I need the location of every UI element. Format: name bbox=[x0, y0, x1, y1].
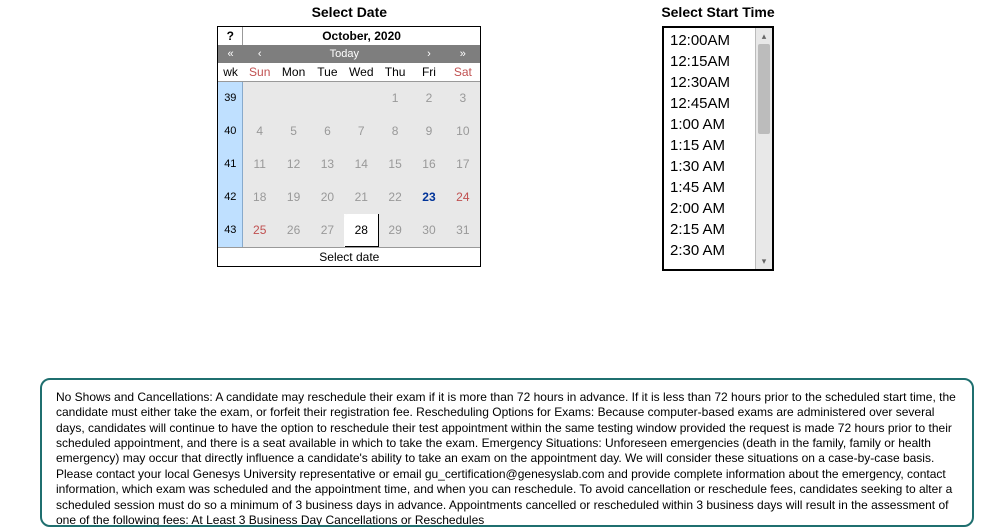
calendar-day[interactable]: 2 bbox=[412, 82, 446, 115]
calendar-day[interactable]: 4 bbox=[243, 115, 277, 148]
calendar-day[interactable]: 31 bbox=[446, 214, 480, 247]
calendar-month-year: October, 2020 bbox=[243, 27, 480, 45]
calendar-next-month[interactable]: › bbox=[412, 45, 446, 63]
calendar-week-number: 40 bbox=[218, 115, 243, 148]
calendar-day-headers: wk Sun Mon Tue Wed Thu Fri Sat bbox=[218, 63, 480, 82]
calendar-week-number: 39 bbox=[218, 82, 243, 115]
calendar-day[interactable]: 28 bbox=[344, 214, 378, 247]
calendar-day[interactable]: 25 bbox=[243, 214, 277, 247]
scroll-up-icon[interactable]: ▴ bbox=[756, 28, 772, 44]
calendar-day[interactable]: 5 bbox=[277, 115, 311, 148]
time-option[interactable]: 12:00AM bbox=[670, 30, 755, 51]
calendar-day[interactable]: 1 bbox=[378, 82, 412, 115]
calendar-week-number: 43 bbox=[218, 214, 243, 247]
time-option[interactable]: 2:15 AM bbox=[670, 219, 755, 240]
calendar-day[interactable]: 17 bbox=[446, 148, 480, 181]
time-option[interactable]: 12:45AM bbox=[670, 93, 755, 114]
calendar-day[interactable]: 8 bbox=[378, 115, 412, 148]
policy-text: No Shows and Cancellations: A candidate … bbox=[56, 390, 956, 527]
calendar-day[interactable]: 22 bbox=[378, 181, 412, 214]
policy-panel: No Shows and Cancellations: A candidate … bbox=[40, 378, 974, 527]
time-listbox: 12:00AM12:15AM12:30AM12:45AM1:00 AM1:15 … bbox=[662, 26, 774, 271]
calendar-day[interactable]: 26 bbox=[277, 214, 311, 247]
time-option[interactable]: 1:45 AM bbox=[670, 177, 755, 198]
calendar-day[interactable]: 27 bbox=[311, 214, 345, 247]
calendar-day[interactable]: 16 bbox=[412, 148, 446, 181]
calendar-footer: Select date bbox=[218, 247, 480, 266]
calendar-day[interactable]: 6 bbox=[311, 115, 345, 148]
scroll-down-icon[interactable]: ▾ bbox=[756, 253, 772, 269]
time-option[interactable]: 1:00 AM bbox=[670, 114, 755, 135]
calendar-day bbox=[344, 82, 378, 115]
calendar-day[interactable]: 7 bbox=[344, 115, 378, 148]
calendar-day[interactable]: 23 bbox=[412, 181, 446, 214]
time-option[interactable]: 1:15 AM bbox=[670, 135, 755, 156]
time-option[interactable]: 2:00 AM bbox=[670, 198, 755, 219]
calendar-day[interactable]: 18 bbox=[243, 181, 277, 214]
calendar-day[interactable]: 12 bbox=[277, 148, 311, 181]
calendar-prev-month[interactable]: ‹ bbox=[243, 45, 277, 63]
calendar-help-button[interactable]: ? bbox=[218, 27, 243, 45]
calendar-day bbox=[277, 82, 311, 115]
calendar-day[interactable]: 14 bbox=[344, 148, 378, 181]
calendar-today-button[interactable]: Today bbox=[277, 45, 412, 63]
calendar-day[interactable]: 11 bbox=[243, 148, 277, 181]
calendar-day[interactable]: 21 bbox=[344, 181, 378, 214]
scroll-thumb[interactable] bbox=[758, 44, 770, 134]
calendar-prev-year[interactable]: « bbox=[218, 45, 243, 63]
time-scrollbar[interactable]: ▴ ▾ bbox=[755, 28, 772, 269]
calendar-day[interactable]: 3 bbox=[446, 82, 480, 115]
calendar-day[interactable]: 24 bbox=[446, 181, 480, 214]
time-option[interactable]: 1:30 AM bbox=[670, 156, 755, 177]
calendar-week-header: wk bbox=[218, 63, 243, 82]
calendar-day[interactable]: 15 bbox=[378, 148, 412, 181]
time-option[interactable]: 12:30AM bbox=[670, 72, 755, 93]
calendar-day[interactable]: 10 bbox=[446, 115, 480, 148]
select-time-heading: Select Start Time bbox=[661, 4, 774, 20]
calendar-week-number: 41 bbox=[218, 148, 243, 181]
calendar-next-year[interactable]: » bbox=[446, 45, 480, 63]
calendar-day bbox=[311, 82, 345, 115]
calendar: ? October, 2020 « ‹ Today › » wk Sun Mon bbox=[217, 26, 481, 267]
calendar-day[interactable]: 29 bbox=[378, 214, 412, 247]
time-option[interactable]: 2:30 AM bbox=[670, 240, 755, 261]
select-date-heading: Select Date bbox=[312, 4, 387, 20]
time-option[interactable]: 12:15AM bbox=[670, 51, 755, 72]
calendar-day[interactable]: 30 bbox=[412, 214, 446, 247]
calendar-day[interactable]: 20 bbox=[311, 181, 345, 214]
calendar-week-number: 42 bbox=[218, 181, 243, 214]
calendar-day[interactable]: 9 bbox=[412, 115, 446, 148]
calendar-day[interactable]: 13 bbox=[311, 148, 345, 181]
calendar-day bbox=[243, 82, 277, 115]
calendar-day[interactable]: 19 bbox=[277, 181, 311, 214]
